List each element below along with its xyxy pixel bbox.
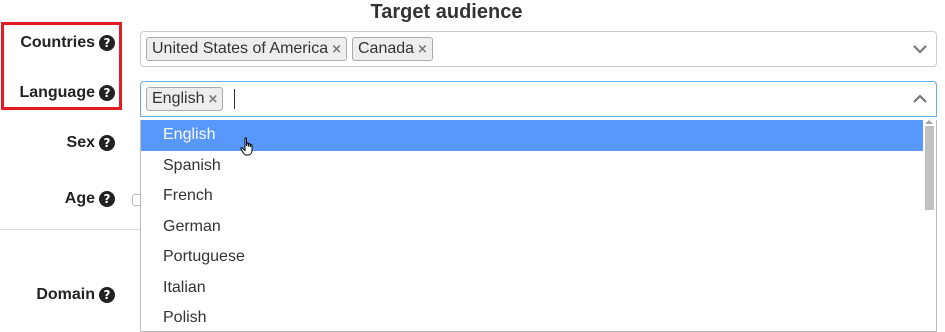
countries-select[interactable]: United States of America × Canada × <box>140 31 937 67</box>
domain-label: Domain ? <box>36 286 115 304</box>
language-tag-label: English <box>152 90 205 107</box>
question-circle-icon[interactable]: ? <box>99 85 115 101</box>
sex-label: Sex ? <box>67 134 115 152</box>
dropdown-scrollbar[interactable] <box>925 126 934 210</box>
scroll-up-arrow-icon[interactable] <box>925 120 933 124</box>
language-option[interactable]: Spanish <box>141 151 923 182</box>
section-title: Target audience <box>370 1 523 23</box>
country-tag: United States of America × <box>146 37 347 61</box>
language-select[interactable]: English × <box>140 81 937 117</box>
language-option[interactable]: Portuguese <box>141 242 923 273</box>
question-circle-icon[interactable]: ? <box>99 287 115 303</box>
language-label-text: Language <box>19 84 95 101</box>
countries-label-text: Countries <box>20 34 95 51</box>
language-option[interactable]: French <box>141 181 923 212</box>
remove-tag-icon[interactable]: × <box>207 92 218 107</box>
hand-pointer-icon <box>240 137 253 156</box>
remove-tag-icon[interactable]: × <box>417 42 428 57</box>
question-circle-icon[interactable]: ? <box>99 35 115 51</box>
language-tag: English × <box>146 87 224 111</box>
country-tag-label: Canada <box>358 40 415 57</box>
search-input-caret[interactable] <box>234 89 236 109</box>
domain-label-text: Domain <box>36 286 95 303</box>
language-option[interactable]: German <box>141 212 923 243</box>
language-option[interactable]: Italian <box>141 273 923 304</box>
question-circle-icon[interactable]: ? <box>99 135 115 151</box>
section-divider <box>0 229 140 230</box>
country-tag-label: United States of America <box>152 40 329 57</box>
question-circle-icon[interactable]: ? <box>99 191 115 207</box>
language-option[interactable]: English <box>141 120 923 151</box>
age-label-text: Age <box>64 190 95 207</box>
remove-tag-icon[interactable]: × <box>331 42 342 57</box>
country-tag: Canada × <box>352 37 433 61</box>
language-label: Language ? <box>19 84 115 102</box>
countries-label: Countries ? <box>20 34 115 52</box>
chevron-down-icon[interactable] <box>912 41 928 57</box>
language-option[interactable]: Polish <box>141 303 923 331</box>
language-dropdown: English Spanish French German Portuguese… <box>140 120 937 332</box>
sex-label-text: Sex <box>66 134 95 151</box>
chevron-up-icon[interactable] <box>912 91 928 107</box>
age-label: Age ? <box>65 190 115 208</box>
age-input-edge[interactable] <box>132 194 140 206</box>
